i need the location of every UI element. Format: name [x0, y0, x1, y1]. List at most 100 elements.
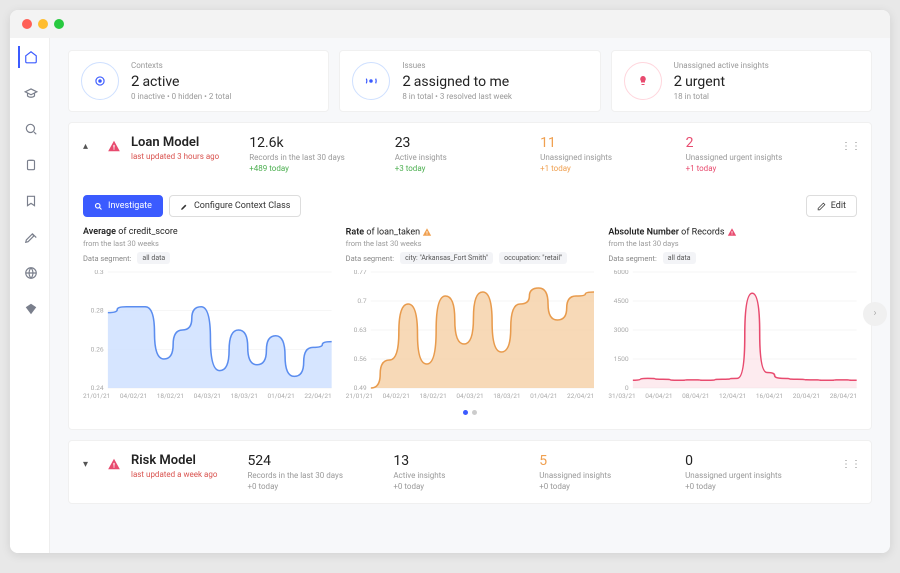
stat-delta: +1 today	[686, 164, 831, 173]
svg-text:0.28: 0.28	[91, 307, 104, 315]
model-updated: last updated a week ago	[131, 470, 217, 479]
charts-pager	[83, 410, 857, 415]
insights-ring-icon	[624, 62, 662, 100]
stat-delta: +0 today	[685, 482, 831, 491]
page-dot[interactable]	[472, 410, 477, 415]
page-dot[interactable]	[463, 410, 468, 415]
stat-block: 2 Unassigned urgent insights +1 today	[686, 135, 831, 173]
stat-block: 524 Records in the last 30 days +0 today	[247, 453, 393, 491]
stat-value: 12.6k	[249, 135, 394, 151]
insights-suffix: urgent	[685, 74, 725, 90]
chart: Absolute Number of Records from the last…	[608, 227, 857, 400]
stat-label: Unassigned insights	[540, 153, 685, 162]
contexts-label: Contexts	[131, 61, 316, 70]
stat-block: 5 Unassigned insights +0 today	[539, 453, 685, 491]
svg-text:4500: 4500	[614, 297, 629, 305]
chart: Rate of loan_taken from the last 30 week…	[346, 227, 595, 400]
summary-card-insights: Unassigned active insights 2 urgent 18 i…	[611, 50, 872, 112]
nav-home-icon[interactable]	[18, 46, 40, 68]
stat-label: Unassigned urgent insights	[685, 471, 831, 480]
stat-block: 12.6k Records in the last 30 days +489 t…	[249, 135, 394, 173]
stat-label: Unassigned insights	[539, 471, 685, 480]
contexts-suffix: active	[142, 74, 179, 90]
svg-text:0.56: 0.56	[353, 355, 366, 363]
chart-title: Absolute Number of Records	[608, 227, 857, 237]
stat-value: 0	[685, 453, 831, 469]
nav-diamond-icon[interactable]	[18, 298, 40, 320]
stat-value: 5	[539, 453, 685, 469]
insights-sub: 18 in total	[674, 92, 859, 101]
chart-plot: 60004500300015000	[608, 270, 857, 390]
chart-title: Average of credit_score	[83, 227, 332, 237]
svg-text:0.49: 0.49	[353, 384, 366, 390]
stat-value: 13	[393, 453, 539, 469]
more-icon[interactable]: ⋮⋮	[841, 141, 857, 152]
nav-clipboard-icon[interactable]	[18, 154, 40, 176]
svg-text:6000: 6000	[614, 270, 629, 276]
stat-value: 524	[247, 453, 393, 469]
summary-card-issues: Issues 2 assigned to me 8 in total • 3 r…	[339, 50, 600, 112]
chart-title: Rate of loan_taken	[346, 227, 595, 237]
main-content: Contexts 2 active 0 inactive • 0 hidden …	[50, 38, 890, 553]
window-close-dot[interactable]	[22, 19, 32, 29]
chart: Average of credit_score from the last 30…	[83, 227, 332, 400]
contexts-ring-icon	[81, 62, 119, 100]
stat-block: 13 Active insights +0 today	[393, 453, 539, 491]
model-panel-loan: ▴ Loan Model last updated 3 hours ago 12…	[68, 122, 872, 430]
window-maximize-dot[interactable]	[54, 19, 64, 29]
svg-text:0.7: 0.7	[357, 297, 367, 305]
collapse-icon[interactable]: ▴	[83, 141, 97, 152]
chart-subtitle: from the last 30 weeks	[346, 239, 595, 248]
investigate-button[interactable]: Investigate	[83, 195, 163, 217]
stat-delta: +0 today	[539, 482, 685, 491]
nav-education-icon[interactable]	[18, 82, 40, 104]
svg-text:0.63: 0.63	[353, 326, 366, 334]
model-panel-risk: ▾ Risk Model last updated a week ago 524…	[68, 440, 872, 504]
stat-label: Records in the last 30 days	[247, 471, 393, 480]
insights-label: Unassigned active insights	[674, 61, 859, 70]
configure-button[interactable]: Configure Context Class	[169, 195, 302, 217]
stat-label: Active insights	[395, 153, 540, 162]
x-axis-labels: 31/03/2104/04/2108/04/2112/04/2116/04/21…	[608, 392, 857, 400]
stat-value: 23	[395, 135, 540, 151]
window-minimize-dot[interactable]	[38, 19, 48, 29]
chart-plot: 0.77 0.7 0.63 0.56 0.49	[346, 270, 595, 390]
segment-chip: all data	[663, 252, 696, 264]
stat-delta: +0 today	[247, 482, 393, 491]
stat-block: 23 Active insights +3 today	[395, 135, 540, 173]
stat-label: Active insights	[393, 471, 539, 480]
issues-label: Issues	[402, 61, 587, 70]
issues-value: 2	[402, 72, 410, 90]
stat-delta: +1 today	[540, 164, 685, 173]
nav-settings-icon[interactable]	[18, 226, 40, 248]
chart-plot: 0.30.280.260.24	[83, 270, 332, 390]
stat-label: Records in the last 30 days	[249, 153, 394, 162]
issues-suffix: assigned to me	[414, 74, 509, 90]
svg-text:0: 0	[625, 384, 629, 390]
model-updated: last updated 3 hours ago	[131, 152, 219, 161]
chart-subtitle: from the last 30 weeks	[83, 239, 332, 248]
chart-subtitle: from the last 30 days	[608, 239, 857, 248]
warning-icon	[107, 139, 121, 153]
svg-text:0.26: 0.26	[91, 345, 104, 353]
warning-icon	[107, 457, 121, 471]
nav-search-icon[interactable]	[18, 118, 40, 140]
segment-label: Data segment:	[608, 254, 656, 263]
svg-text:0.77: 0.77	[353, 270, 366, 276]
stat-value: 2	[686, 135, 831, 151]
x-axis-labels: 21/01/2104/02/2118/02/2104/03/2118/03/21…	[83, 392, 332, 400]
svg-text:3000: 3000	[614, 326, 629, 334]
expand-icon[interactable]: ▾	[83, 459, 97, 470]
svg-text:0.24: 0.24	[91, 384, 104, 390]
nav-globe-icon[interactable]	[18, 262, 40, 284]
stat-block: 0 Unassigned urgent insights +0 today	[685, 453, 831, 491]
issues-ring-icon	[352, 62, 390, 100]
next-charts-button[interactable]: ›	[863, 302, 887, 326]
nav-sidebar	[10, 38, 50, 553]
x-axis-labels: 21/01/2104/02/2118/02/2104/03/2118/03/21…	[346, 392, 595, 400]
stat-delta: +489 today	[249, 164, 394, 173]
segment-chip: all data	[137, 252, 170, 264]
nav-bookmark-icon[interactable]	[18, 190, 40, 212]
edit-button[interactable]: Edit	[806, 195, 857, 217]
more-icon[interactable]: ⋮⋮	[841, 459, 857, 470]
